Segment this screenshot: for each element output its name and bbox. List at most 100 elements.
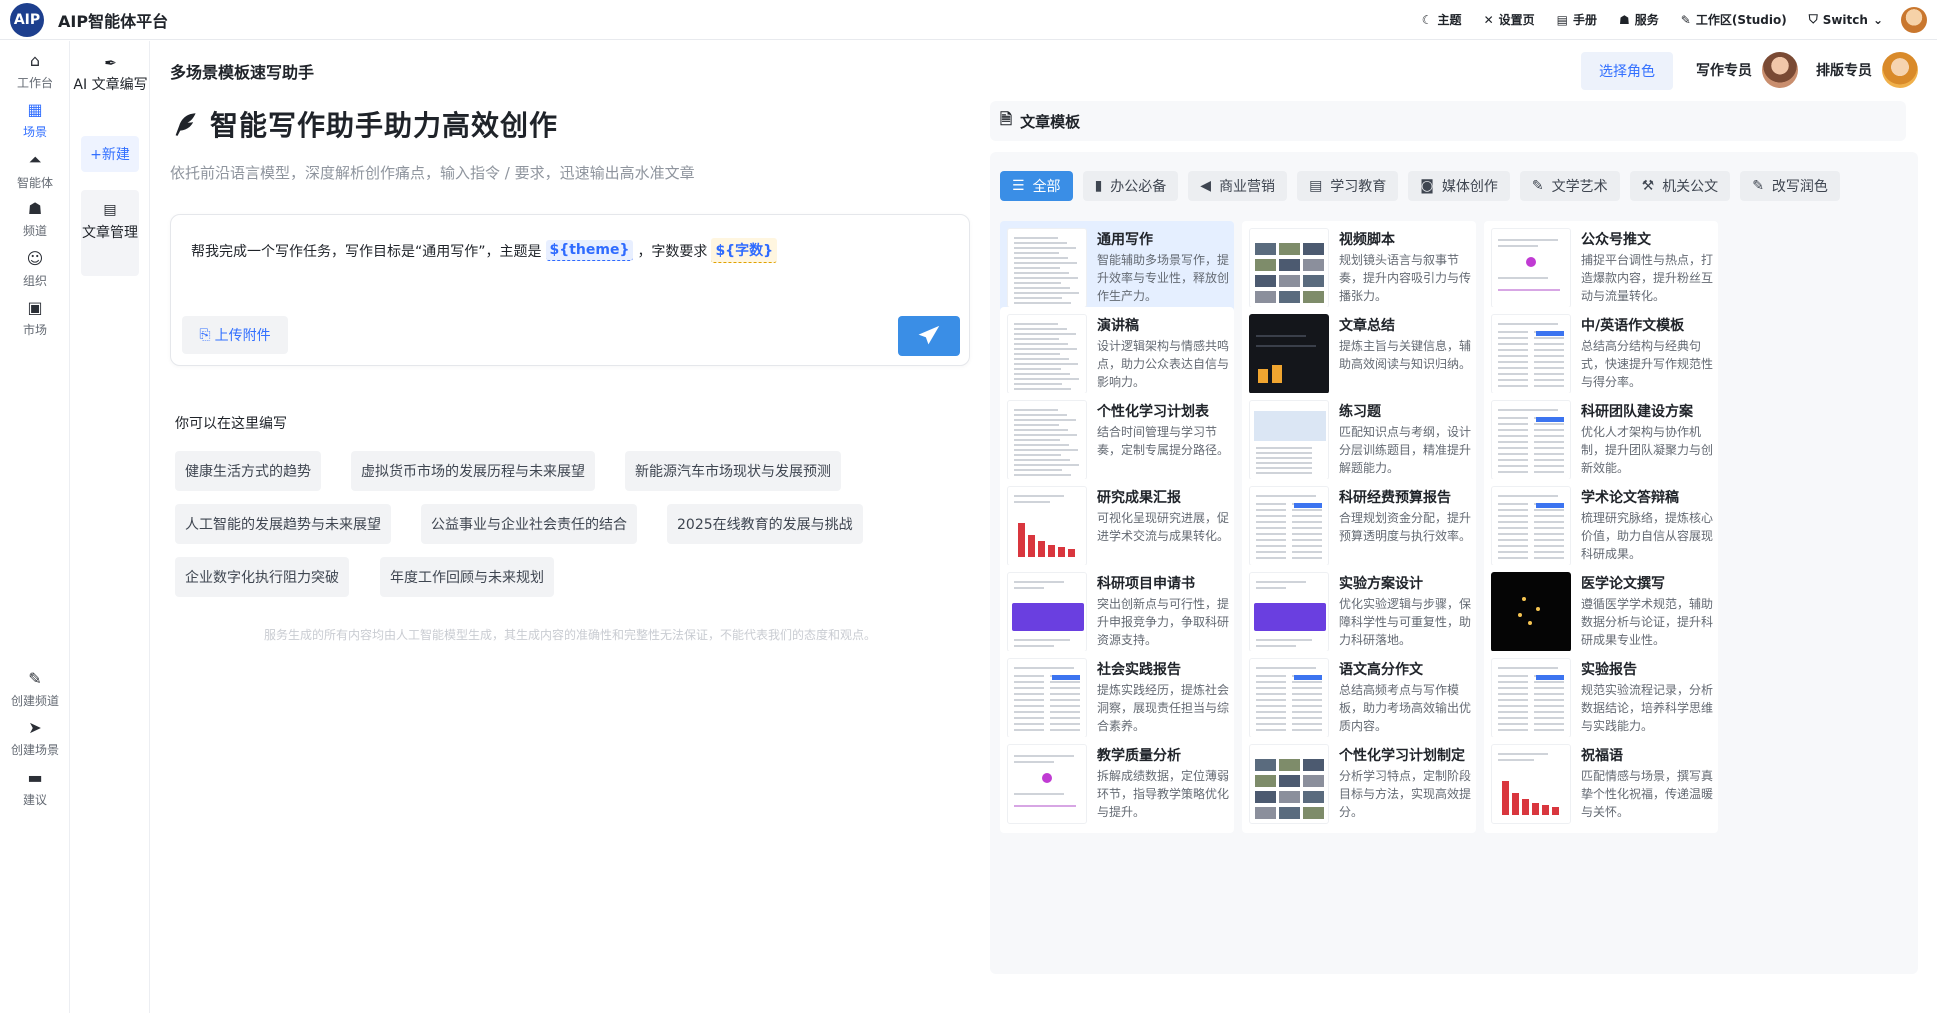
thumbnail-line	[1014, 373, 1070, 375]
thumbnail-line	[1256, 711, 1286, 713]
user-avatar[interactable]	[1901, 6, 1927, 33]
template-thumbnail	[1249, 228, 1329, 308]
rail-item-agent[interactable]: ⏶ 智能体	[0, 150, 70, 191]
template-tab[interactable]: ▮ 办公必备	[1082, 171, 1179, 201]
article-manage-button[interactable]: ▤ 文章管理	[81, 190, 139, 276]
template-card-title: 演讲稿	[1097, 318, 1139, 334]
template-card[interactable]: 公众号推文 捕捉平台调性与热点，打造爆款内容，提升粉丝互动与流量转化。	[1484, 221, 1718, 317]
template-card[interactable]: 个性化学习计划表 结合时间管理与学习节奏，定制专属提分路径。	[1000, 393, 1234, 489]
thumbnail-line	[1498, 675, 1528, 677]
thumbnail-line	[1256, 539, 1286, 541]
prompt-editor[interactable]: 帮我完成一个写作任务，写作目标是“通用写作”，主题是 ${theme} ，字数要…	[170, 214, 970, 366]
template-card[interactable]: 练习题 匹配知识点与考纲，设计分层训练题目，精准提升解题能力。	[1242, 393, 1476, 489]
template-card[interactable]: 中/英语作文模板 总结高分结构与经典句式，快速提升写作规范性与得分率。	[1484, 307, 1718, 403]
topnav-label: 设置页	[1498, 13, 1535, 27]
template-card[interactable]: 研究成果汇报 可视化呈现研究进展，促进学术交流与成果转化。	[1000, 479, 1234, 575]
suggestion-chip[interactable]: 健康生活方式的趋势	[175, 451, 321, 491]
rail-item-workbench[interactable]: ⌂ 工作台	[0, 51, 70, 91]
thumbnail-line	[1498, 471, 1528, 473]
template-thumbnail	[1249, 400, 1329, 480]
topnav-switch[interactable]: ⛉ Switch ⌄	[1809, 12, 1883, 27]
template-card[interactable]: 祝福语 匹配情感与场景，撰写真挚个性化祝福，传递温暖与关怀。	[1484, 737, 1718, 833]
topnav-item[interactable]: ☗ 服务	[1619, 11, 1659, 28]
template-card[interactable]: 医学论文撰写 遵循医学学术规范，辅助数据分析与论证，提升科研成果专业性。	[1484, 565, 1718, 661]
thumbnail-line	[1498, 521, 1528, 523]
rail-item-channel[interactable]: ☗ 频道	[0, 199, 70, 239]
thumbnail-line	[1534, 717, 1564, 719]
prompt-text[interactable]: 帮我完成一个写作任务，写作目标是“通用写作”，主题是 ${theme} ，字数要…	[191, 238, 778, 263]
suggestion-chip[interactable]: 年度工作回顾与未来规划	[380, 557, 554, 597]
rail-item-create-scene[interactable]: ➤ 创建场景	[0, 718, 70, 758]
app-logo[interactable]: AIP	[10, 2, 44, 37]
sub-sidebar-title[interactable]: ✒ AI 文章编写	[71, 53, 150, 95]
thumbnail-line	[1498, 759, 1534, 761]
template-card[interactable]: 通用写作 智能辅助多场景写作，提升效率与专业性，释放创作生产力。	[1000, 221, 1234, 317]
suggestion-chip[interactable]: 虚拟货币市场的发展历程与未来展望	[351, 451, 595, 491]
topnav-item[interactable]: ✕ 设置页	[1484, 11, 1535, 28]
thumbnail-line	[1050, 723, 1080, 725]
template-card[interactable]: 演讲稿 设计逻辑架构与情感共鸣点，助力公众表达自信与影响力。	[1000, 307, 1234, 403]
suggestion-chip[interactable]: 新能源汽车市场现状与发展预测	[625, 451, 841, 491]
rail-item-scene[interactable]: ▦ 场景	[0, 100, 70, 140]
role-writer[interactable]: 写作专员	[1696, 52, 1798, 88]
template-card[interactable]: 实验报告 规范实验流程记录，分析数据结论，培养科学思维与实践能力。	[1484, 651, 1718, 747]
upload-attachment-button[interactable]: ⎘ 上传附件	[182, 316, 288, 354]
template-card[interactable]: 科研项目申请书 突出创新点与可行性，提升申报竞争力，争取科研资源支持。	[1000, 565, 1234, 661]
template-tab[interactable]: ✎ 文学艺术	[1519, 171, 1620, 201]
role-typesetter[interactable]: 排版专员	[1816, 52, 1918, 88]
thumbnail-line	[1256, 557, 1286, 559]
suggestion-chip[interactable]: 公益事业与企业社会责任的结合	[421, 504, 637, 544]
theme-variable-chip[interactable]: ${theme}	[545, 240, 634, 261]
template-card[interactable]: 科研经费预算报告 合理规划资金分配，提升预算透明度与执行效率。	[1242, 479, 1476, 575]
suggestion-chip[interactable]: 人工智能的发展趋势与未来展望	[175, 504, 391, 544]
tab-icon: ☰	[1012, 178, 1025, 194]
template-card-desc: 规划镜头语言与叙事节奏，提升内容吸引力与传播张力。	[1339, 253, 1472, 303]
template-tab[interactable]: ◙ 媒体创作	[1408, 171, 1510, 201]
template-tab[interactable]: ☰ 全部	[1000, 171, 1073, 201]
template-card-title: 练习题	[1339, 404, 1381, 420]
app-brand[interactable]: AIP智能体平台	[58, 8, 168, 32]
thumbnail-line	[1498, 527, 1528, 529]
template-card[interactable]: 教学质量分析 拆解成绩数据，定位薄弱环节，指导教学策略优化与提升。	[1000, 737, 1234, 833]
template-card[interactable]: 视频脚本 规划镜头语言与叙事节奏，提升内容吸引力与传播张力。	[1242, 221, 1476, 317]
topnav-item[interactable]: ☾ 主题	[1422, 11, 1462, 28]
prompt-text-part: ，字数要求	[637, 243, 708, 260]
topnav-item[interactable]: ▤ 手册	[1557, 11, 1597, 28]
select-role-button[interactable]: 选择角色	[1581, 52, 1673, 90]
template-card[interactable]: 科研团队建设方案 优化人才架构与协作机制，提升团队凝聚力与创新效能。	[1484, 393, 1718, 489]
thumbnail-line	[1014, 338, 1059, 340]
thumbnail-line	[1256, 527, 1286, 529]
topnav-item[interactable]: ✎ 工作区(Studio)	[1681, 11, 1787, 28]
template-card[interactable]: 实验方案设计 优化实验逻辑与步骤，保障科学性与可重复性，助力科研落地。	[1242, 565, 1476, 661]
thumbnail-line	[1014, 267, 1060, 269]
template-tab[interactable]: ◀ 商业营销	[1188, 171, 1288, 201]
thumbnail-line	[1256, 675, 1286, 677]
thumbnail-line	[1498, 289, 1560, 291]
template-tab[interactable]: ⚒ 机关公文	[1629, 171, 1731, 201]
thumbnail-line	[1498, 441, 1528, 443]
rail-item-market[interactable]: ▣ 市场	[0, 298, 70, 338]
thumbnail-line	[1014, 388, 1071, 390]
rail-item-org[interactable]: ☺ 组织	[0, 249, 70, 289]
template-card[interactable]: 语文高分作文 总结高频考点与写作模板，助力考场高效输出优质内容。	[1242, 651, 1476, 747]
suggestion-chip[interactable]: 2025在线教育的发展与挑战	[667, 504, 863, 544]
send-button[interactable]	[898, 316, 960, 356]
suggestion-chip[interactable]: 企业数字化执行阻力突破	[175, 557, 349, 597]
thumbnail-line	[1498, 705, 1528, 707]
thumbnail-line	[1014, 729, 1044, 731]
template-card[interactable]: 文章总结 提炼主旨与关键信息，辅助高效阅读与知识归纳。	[1242, 307, 1476, 403]
workbench-icon: ⌂	[29, 51, 41, 70]
wordcount-variable-chip[interactable]: ${字数}	[711, 238, 778, 263]
new-article-button[interactable]: +新建	[81, 136, 139, 172]
rail-item-create-channel[interactable]: ✎ 创建频道	[0, 669, 70, 709]
template-tab[interactable]: ▤ 学习教育	[1297, 171, 1399, 201]
template-card[interactable]: 个性化学习计划制定 分析学习特点，定制阶段目标与方法，实现高效提分。	[1242, 737, 1476, 833]
thumbnail-line	[1498, 331, 1528, 333]
template-card-desc: 拆解成绩数据，定位薄弱环节，指导教学策略优化与提升。	[1097, 769, 1230, 819]
thumbnail-line	[1498, 509, 1528, 511]
thumbnail-line	[1498, 429, 1528, 431]
template-card[interactable]: 社会实践报告 提炼实践经历，提炼社会洞察，展现责任担当与综合素养。	[1000, 651, 1234, 747]
template-card[interactable]: 学术论文答辩稿 梳理研究脉络，提炼核心价值，助力自信从容展现科研成果。	[1484, 479, 1718, 575]
template-tab[interactable]: ✎ 改写润色	[1740, 171, 1840, 201]
rail-item-feedback[interactable]: ▬ 建议	[0, 768, 70, 808]
